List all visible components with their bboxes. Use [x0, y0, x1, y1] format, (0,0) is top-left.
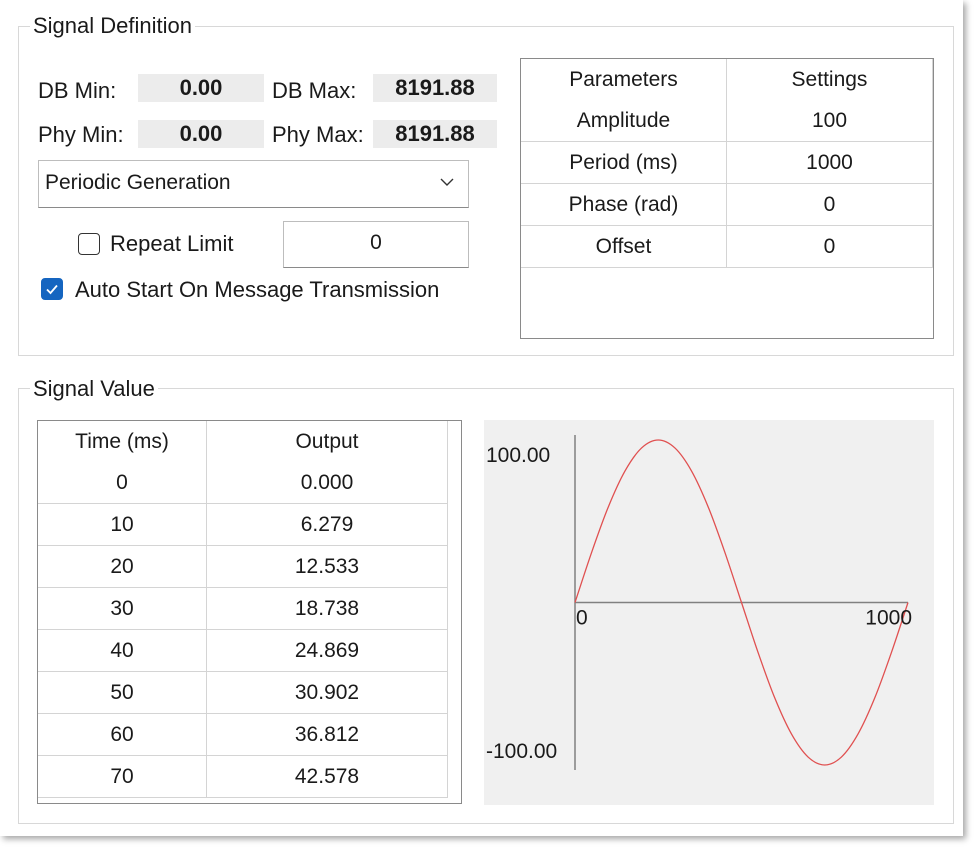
x-max-tick-label: 1000 — [865, 607, 912, 630]
db-min-label: DB Min: — [38, 78, 117, 103]
time-cell: 70 — [38, 755, 207, 798]
auto-start-checkbox[interactable] — [41, 278, 63, 300]
repeat-limit-checkbox[interactable] — [78, 233, 100, 255]
table-row[interactable]: 50 30.902 — [38, 671, 448, 714]
output-cell: 36.812 — [206, 713, 448, 756]
output-cell: 18.738 — [206, 587, 448, 630]
output-cell: 24.869 — [206, 629, 448, 672]
table-row[interactable]: 0 0.000 — [38, 462, 448, 504]
y-min-tick-label: -100.00 — [486, 740, 557, 763]
parameter-setting[interactable]: 0 — [726, 183, 933, 226]
output-cell: 12.533 — [206, 545, 448, 588]
time-cell: 30 — [38, 587, 207, 630]
x-min-tick-label: 0 — [576, 607, 588, 630]
generation-mode-select[interactable]: Periodic Generation — [38, 160, 469, 208]
y-max-tick-label: 100.00 — [486, 444, 550, 467]
parameters-table: Parameters Settings Amplitude 100 Period… — [520, 58, 934, 339]
output-cell: 0.000 — [206, 462, 448, 504]
phy-min-label: Phy Min: — [38, 122, 124, 147]
table-row[interactable]: 10 6.279 — [38, 503, 448, 546]
db-max-label: DB Max: — [272, 78, 357, 103]
table-row[interactable]: 30 18.738 — [38, 587, 448, 630]
signal-value-table: Time (ms) Output 0 0.000 10 6.279 20 12.533… — [37, 420, 462, 804]
table-row[interactable]: 40 24.869 — [38, 629, 448, 672]
time-cell: 10 — [38, 503, 207, 546]
db-min-value: 0.00 — [138, 74, 264, 102]
table-row[interactable]: Phase (rad) 0 — [521, 183, 933, 226]
table-row[interactable]: Offset 0 — [521, 225, 933, 268]
signal-value-title: Signal Value — [30, 377, 158, 401]
signal-definition-title: Signal Definition — [30, 14, 195, 38]
generation-mode-value: Periodic Generation — [45, 171, 231, 194]
table-row[interactable]: 20 12.533 — [38, 545, 448, 588]
column-header-parameters[interactable]: Parameters — [521, 59, 727, 100]
parameter-setting[interactable]: 1000 — [726, 141, 933, 184]
checkmark-icon — [46, 284, 58, 295]
signal-chart-svg: 100.00 -100.00 0 1000 — [486, 435, 912, 770]
parameter-name: Period (ms) — [521, 141, 727, 184]
column-header-time[interactable]: Time (ms) — [38, 421, 207, 462]
phy-min-value: 0.00 — [138, 120, 264, 148]
output-cell: 42.578 — [206, 755, 448, 798]
table-row[interactable]: Period (ms) 1000 — [521, 141, 933, 184]
time-cell: 60 — [38, 713, 207, 756]
parameter-name: Offset — [521, 225, 727, 268]
phy-max-label: Phy Max: — [272, 122, 364, 147]
auto-start-label[interactable]: Auto Start On Message Transmission — [75, 277, 439, 303]
time-cell: 40 — [38, 629, 207, 672]
repeat-limit-label[interactable]: Repeat Limit — [110, 231, 234, 257]
parameter-name: Phase (rad) — [521, 183, 727, 226]
column-header-output[interactable]: Output — [206, 421, 448, 462]
parameter-name: Amplitude — [521, 100, 727, 142]
parameter-setting[interactable]: 0 — [726, 225, 933, 268]
chevron-down-icon — [440, 178, 454, 186]
table-row[interactable]: 60 36.812 — [38, 713, 448, 756]
phy-max-value: 8191.88 — [373, 120, 497, 148]
time-cell: 50 — [38, 671, 207, 714]
time-cell: 0 — [38, 462, 207, 504]
repeat-limit-value: 0 — [370, 231, 382, 254]
table-row[interactable]: Amplitude 100 — [521, 100, 933, 142]
output-cell: 6.279 — [206, 503, 448, 546]
output-cell: 30.902 — [206, 671, 448, 714]
signal-chart: 100.00 -100.00 0 1000 — [484, 420, 934, 805]
repeat-limit-input[interactable]: 0 — [283, 221, 469, 268]
time-cell: 20 — [38, 545, 207, 588]
table-row[interactable]: 70 42.578 — [38, 755, 448, 798]
db-max-value: 8191.88 — [373, 74, 497, 102]
parameter-setting[interactable]: 100 — [726, 100, 933, 142]
column-header-settings[interactable]: Settings — [726, 59, 933, 100]
